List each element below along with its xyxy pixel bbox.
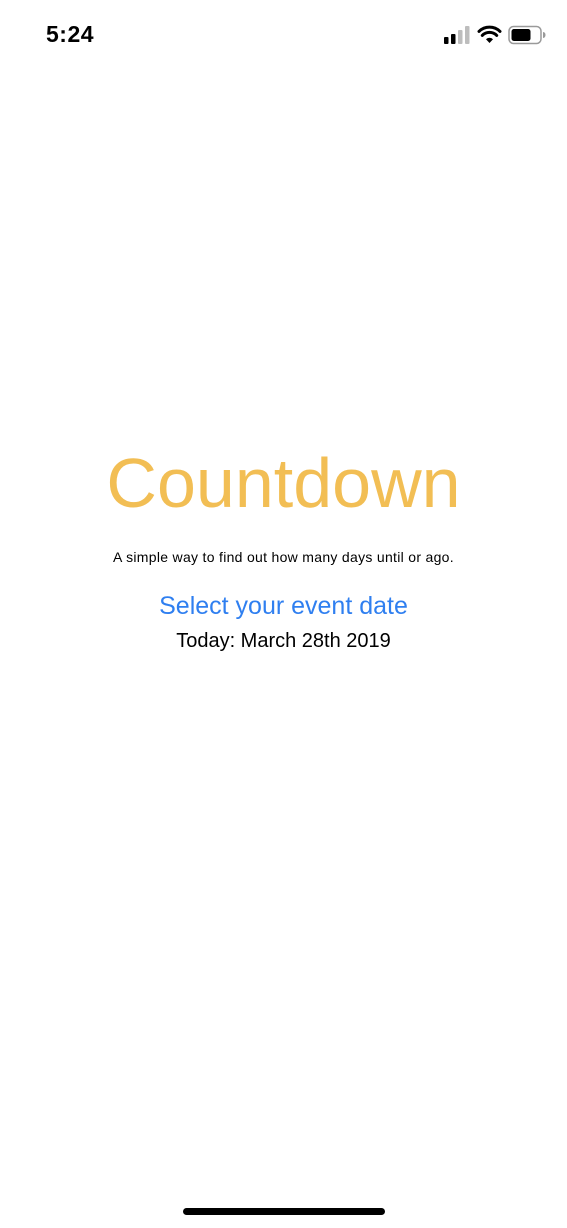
status-bar: 5:24 [0,0,567,70]
app-title: Countdown [106,444,461,522]
home-indicator[interactable] [183,1208,385,1215]
wifi-icon [477,25,502,43]
cellular-signal-icon [444,26,470,44]
status-time: 5:24 [46,21,95,47]
main-content: Countdown A simple way to find out how m… [0,440,567,654]
battery-icon [508,25,546,45]
today-date-label: Today: March 28th 2019 [176,630,391,652]
app-subtitle: A simple way to find out how many days u… [113,549,454,565]
select-event-date-button[interactable]: Select your event date [159,590,408,622]
